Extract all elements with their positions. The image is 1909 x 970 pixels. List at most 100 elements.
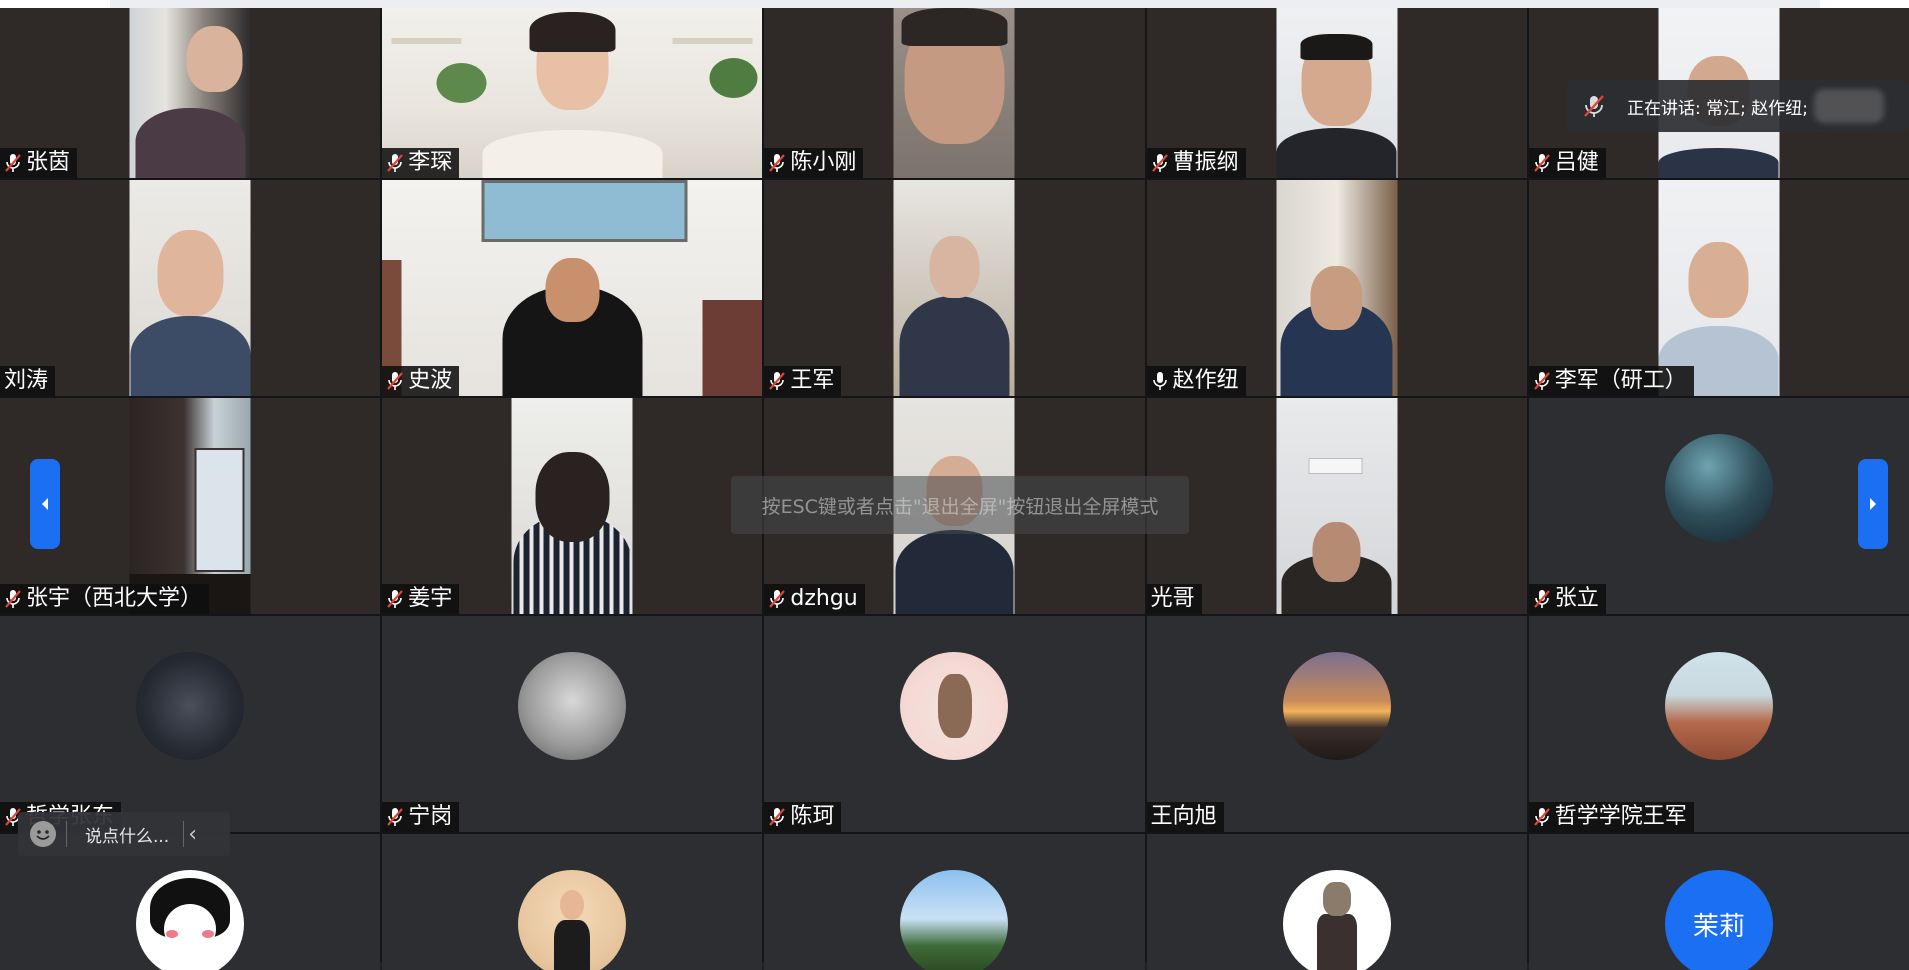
participant-name: 王军 [790,368,835,393]
top-tab-left [0,0,110,8]
participant-tile[interactable]: 光哥 [1146,398,1527,614]
participant-tile[interactable]: 李军（研工） [1528,180,1909,396]
name-label: 李军（研工） [1528,366,1694,396]
speaking-prefix: 正在讲话: [1627,98,1707,119]
mic-muted-icon [1151,154,1168,172]
mic-muted-icon [387,154,404,172]
participant-name: 哲学学院王军 [1554,804,1687,829]
participant-tile[interactable]: 刘涛 [0,180,381,396]
emoji-icon[interactable] [30,821,56,847]
mic-muted-icon [387,372,404,390]
participant-tile[interactable]: 王向旭 [1146,616,1527,832]
participant-tile[interactable]: 曹振纲 [1146,8,1527,178]
mic-muted-icon [1533,808,1550,826]
video-frame [1276,8,1398,178]
name-label: 史波 [382,366,460,396]
mic-on-icon [1152,372,1167,390]
active-speaker-banner: 正在讲话: 常江; 赵作纽; [1567,80,1909,132]
video-frame [1658,180,1780,396]
participant-name: 赵作纽 [1172,368,1239,393]
avatar [900,652,1009,760]
participant-tile[interactable]: 史波 [382,180,763,396]
name-label: 宁岗 [382,802,460,832]
mic-muted-icon [1584,95,1604,117]
participant-name: 李琛 [408,150,453,175]
participant-tile[interactable]: 哲学张东 [0,616,381,832]
name-label: 李琛 [382,148,460,178]
participant-tile[interactable] [1146,834,1527,970]
avatar [518,870,627,970]
video-frame [129,180,251,396]
participant-name: dzhgu [790,586,858,611]
collapse-chevron-icon[interactable]: ‹ [188,822,197,847]
name-label: 张茵 [0,148,78,178]
video-frame [1276,398,1398,614]
next-page-button[interactable] [1858,459,1888,549]
participant-tile[interactable]: 张立 [1528,398,1909,614]
participant-tile[interactable]: 宁岗 [382,616,763,832]
speaking-names: 常江; 赵作纽; [1706,98,1808,119]
mic-muted-icon [769,808,786,826]
video-frame [382,180,763,396]
video-frame [893,8,1015,178]
name-label: 王向旭 [1146,802,1224,832]
video-frame [129,8,251,178]
participant-name: 姜宇 [408,586,453,611]
chat-input-placeholder[interactable]: 说点什么... [85,822,169,847]
participant-name: 张宇（西北大学） [26,586,203,611]
mic-muted-icon [769,154,786,172]
avatar [1664,434,1773,542]
participant-name: 陈小刚 [790,150,857,175]
name-label: 姜宇 [382,584,460,614]
avatar [136,652,245,760]
chevron-left-icon [42,498,48,510]
name-label: 张宇（西北大学） [0,584,210,614]
participant-tile[interactable]: 赵作纽 [1146,180,1527,396]
video-frame [893,180,1015,396]
participant-tile[interactable] [764,834,1145,970]
participant-name: 张立 [1554,586,1599,611]
avatar [1664,652,1773,760]
name-label: 曹振纲 [1146,148,1246,178]
participant-name: 光哥 [1150,586,1195,611]
video-frame [511,398,633,614]
name-label: 刘涛 [0,366,56,396]
participant-name: 刘涛 [4,368,49,393]
participant-tile[interactable]: 张茵 [0,8,381,178]
top-bar [0,0,1909,8]
avatar [900,870,1009,970]
participant-tile[interactable]: 陈珂 [764,616,1145,832]
participant-name: 王向旭 [1150,804,1217,829]
prev-page-button[interactable] [30,459,60,549]
participant-tile[interactable]: 茉莉 [1528,834,1909,970]
chevron-right-icon [1870,498,1876,510]
participant-tile[interactable]: 李琛 [382,8,763,178]
avatar [1282,652,1391,760]
video-frame [129,398,251,614]
top-tab-right [1820,0,1909,8]
blurred-region [1814,89,1884,123]
mic-muted-icon [769,590,786,608]
participant-tile[interactable] [382,834,763,970]
chat-input-bar[interactable]: 说点什么... ‹ [18,812,230,856]
name-label: 张立 [1528,584,1606,614]
avatar [1282,870,1391,970]
name-label: 赵作纽 [1146,366,1246,396]
video-frame [1276,180,1398,396]
participant-name: 曹振纲 [1172,150,1239,175]
mic-muted-icon [5,590,21,608]
participant-name: 宁岗 [408,804,453,829]
participant-tile[interactable]: 王军 [764,180,1145,396]
participant-name: 张茵 [26,150,71,175]
name-label: 王军 [764,366,842,396]
participant-tile[interactable]: 哲学学院王军 [1528,616,1909,832]
mic-muted-icon [5,154,21,172]
participant-tile[interactable]: 姜宇 [382,398,763,614]
divider [66,821,67,847]
mic-muted-icon [387,590,404,608]
mic-muted-icon [769,372,786,390]
avatar [518,652,627,760]
fullscreen-exit-hint: 按ESC键或者点击"退出全屏"按钮退出全屏模式 [731,476,1189,534]
avatar-initials: 茉莉 [1664,870,1773,970]
participant-tile[interactable]: 陈小刚 [764,8,1145,178]
